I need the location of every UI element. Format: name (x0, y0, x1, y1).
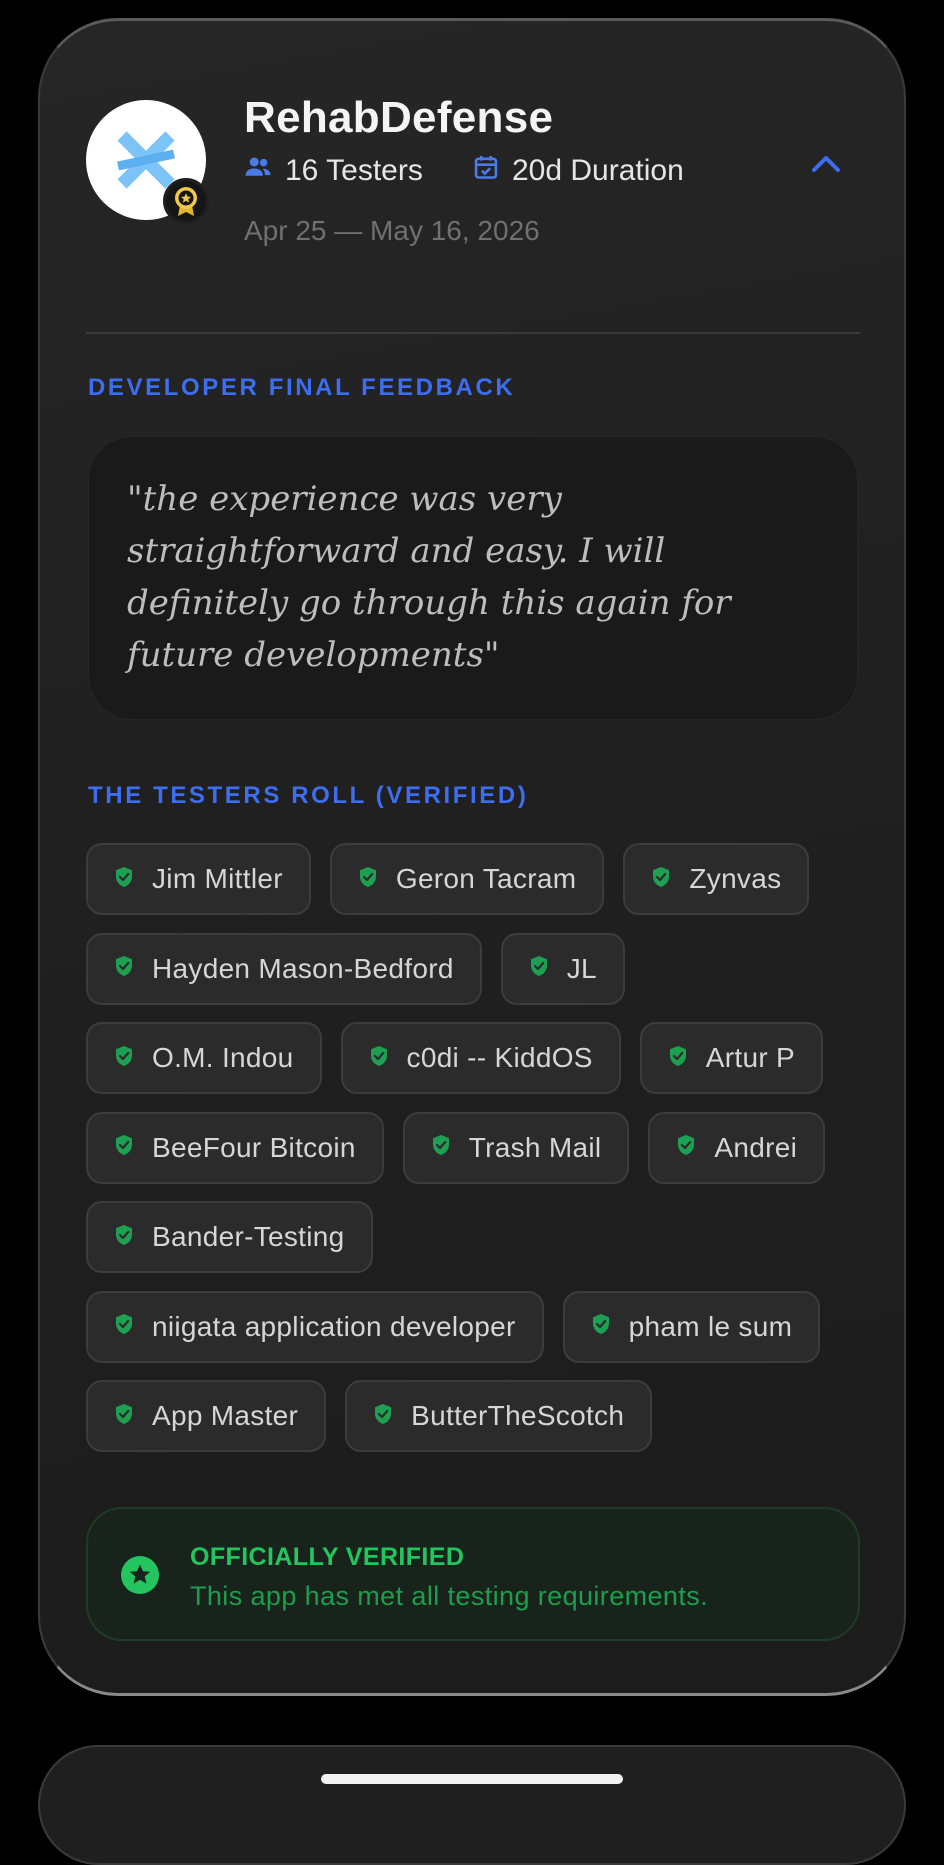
verified-subtitle: This app has met all testing requirement… (190, 1581, 709, 1611)
shield-check-icon (668, 1045, 688, 1072)
tester-name: niigata application developer (152, 1310, 516, 1342)
tester-name: O.M. Indou (152, 1042, 294, 1073)
home-indicator[interactable] (321, 1774, 623, 1784)
testers-row: BeeFour Bitcoin Trash Mail Andrei (86, 1111, 876, 1184)
shield-check-icon (114, 1134, 134, 1161)
tester-chip[interactable]: Trash Mail (402, 1111, 630, 1184)
tester-name: Bander-Testing (152, 1221, 345, 1252)
next-card (38, 1745, 906, 1865)
tester-name: BeeFour Bitcoin (152, 1131, 356, 1163)
app-card: RehabDefense 16 Testers 20d Duration Apr… (38, 18, 906, 1696)
tester-name: Hayden Mason-Bedford (152, 952, 454, 984)
shield-check-icon (676, 1134, 696, 1161)
testers-row: App Master ButterTheScotch (86, 1380, 876, 1452)
shield-check-icon (114, 1224, 134, 1251)
tester-name: ButterTheScotch (411, 1400, 625, 1431)
tester-name: c0di -- KiddOS (406, 1042, 593, 1073)
testers-row: Hayden Mason-Bedford JL (86, 932, 876, 1005)
tester-name: Jim Mittler (152, 863, 283, 894)
tester-name: Geron Tacram (395, 863, 577, 894)
tester-name: Trash Mail (468, 1131, 602, 1163)
verified-title: OFFICIALLY VERIFIED (190, 1543, 465, 1571)
tester-name: App Master (152, 1400, 299, 1431)
shield-check-icon (358, 866, 378, 893)
testers-row: niigata application developer pham le sum (86, 1290, 876, 1363)
shield-check-icon (373, 1403, 393, 1430)
tester-chip[interactable]: Geron Tacram (329, 843, 605, 915)
shield-check-icon (529, 955, 549, 982)
testers-row: O.M. Indou c0di -- KiddOS Artur P (86, 1022, 876, 1094)
shield-check-icon (114, 1045, 134, 1072)
tester-chip[interactable]: niigata application developer (86, 1290, 544, 1363)
tester-chip[interactable]: ButterTheScotch (345, 1380, 653, 1452)
shield-check-icon (114, 1313, 134, 1340)
tester-chip[interactable]: BeeFour Bitcoin (86, 1111, 384, 1184)
tester-chip[interactable]: Hayden Mason-Bedford (86, 932, 482, 1005)
feedback-quote-box: "the experience was very straightforward… (88, 436, 858, 720)
testers-count: 16 Testers (243, 151, 423, 191)
people-icon (243, 152, 273, 190)
testers-list: Jim Mittler Geron Tacram Zynvas Hayden Maso… (86, 843, 876, 1470)
tester-chip[interactable]: App Master (86, 1380, 327, 1452)
tester-chip[interactable]: Bander-Testing (86, 1201, 373, 1273)
app-title: RehabDefense (244, 93, 554, 142)
tester-chip[interactable]: c0di -- KiddOS (340, 1022, 621, 1094)
tester-chip[interactable]: Andrei (648, 1111, 826, 1184)
tester-chip[interactable]: JL (500, 932, 625, 1005)
testers-section-title: THE TESTERS ROLL (VERIFIED) (88, 782, 529, 809)
shield-check-icon (651, 866, 671, 893)
award-badge (163, 178, 209, 224)
tester-chip[interactable]: Zynvas (623, 843, 810, 915)
collapse-button[interactable] (806, 145, 846, 185)
tester-chip[interactable]: pham le sum (562, 1290, 821, 1363)
calendar-check-icon (472, 153, 500, 189)
duration-label: 20d Duration (512, 154, 684, 187)
star-badge-icon (121, 1556, 159, 1594)
tester-chip[interactable]: Artur P (639, 1022, 824, 1094)
testers-row: Bander-Testing (86, 1201, 876, 1273)
award-badge-icon (175, 187, 197, 216)
tester-name: JL (566, 952, 597, 984)
duration: 20d Duration (472, 151, 684, 191)
divider (86, 332, 860, 334)
testers-row: Jim Mittler Geron Tacram Zynvas (86, 843, 876, 915)
shield-check-icon (431, 1134, 451, 1161)
chevron-up-icon (812, 156, 840, 172)
verified-banner: OFFICIALLY VERIFIED This app has met all… (86, 1507, 860, 1641)
shield-check-icon (114, 955, 134, 982)
tester-name: Zynvas (689, 863, 782, 894)
tester-name: Artur P (705, 1042, 796, 1073)
feedback-quote: "the experience was very straightforward… (127, 479, 731, 675)
shield-check-icon (591, 1313, 611, 1340)
tester-name: Andrei (714, 1131, 798, 1163)
tester-chip[interactable]: Jim Mittler (86, 843, 311, 915)
feedback-section-title: DEVELOPER FINAL FEEDBACK (88, 374, 516, 401)
shield-check-icon (114, 1403, 134, 1430)
shield-check-icon (114, 866, 134, 893)
shield-check-icon (369, 1045, 389, 1072)
date-range: Apr 25 — May 16, 2026 (244, 215, 540, 246)
tester-chip[interactable]: O.M. Indou (86, 1022, 322, 1094)
testers-label: 16 Testers (285, 154, 423, 187)
tester-name: pham le sum (628, 1310, 793, 1342)
